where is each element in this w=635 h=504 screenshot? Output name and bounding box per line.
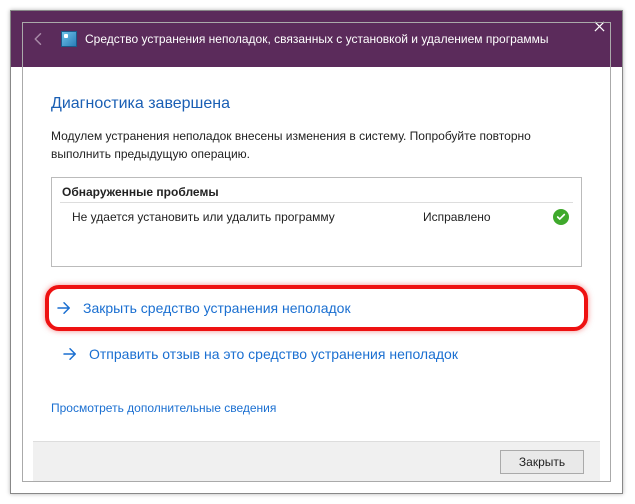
window-close-button[interactable] — [576, 11, 622, 41]
status-ok-icon — [553, 209, 569, 225]
problem-row: Не удается установить или удалить програ… — [60, 203, 573, 229]
dialog-footer: Закрыть — [33, 441, 600, 481]
actions-list: Закрыть средство устранения неполадок От… — [51, 285, 582, 377]
problem-status: Исправлено — [423, 210, 553, 224]
page-heading: Диагностика завершена — [51, 95, 582, 113]
close-button[interactable]: Закрыть — [500, 450, 584, 474]
window-title: Средство устранения неполадок, связанных… — [85, 32, 549, 46]
problems-header: Обнаруженные проблемы — [60, 182, 573, 203]
view-details-link[interactable]: Просмотреть дополнительные сведения — [51, 401, 276, 415]
problem-description: Не удается установить или удалить програ… — [72, 210, 423, 224]
arrow-left-icon — [30, 30, 48, 48]
send-feedback-action[interactable]: Отправить отзыв на это средство устранен… — [51, 331, 582, 377]
arrow-right-icon — [59, 343, 81, 365]
content-area: Диагностика завершена Модулем устранения… — [11, 67, 622, 427]
close-troubleshooter-action[interactable]: Закрыть средство устранения неполадок — [45, 285, 588, 331]
dialog-window: Средство устранения неполадок, связанных… — [10, 10, 623, 494]
troubleshooter-icon — [61, 31, 77, 47]
problems-box: Обнаруженные проблемы Не удается установ… — [51, 177, 582, 267]
close-icon — [594, 21, 605, 32]
close-troubleshooter-label: Закрыть средство устранения неполадок — [83, 300, 351, 316]
arrow-right-icon — [53, 297, 75, 319]
send-feedback-label: Отправить отзыв на это средство устранен… — [89, 346, 458, 362]
page-subtext: Модулем устранения неполадок внесены изм… — [51, 127, 582, 163]
titlebar: Средство устранения неполадок, связанных… — [11, 11, 622, 67]
back-button[interactable] — [25, 25, 53, 53]
